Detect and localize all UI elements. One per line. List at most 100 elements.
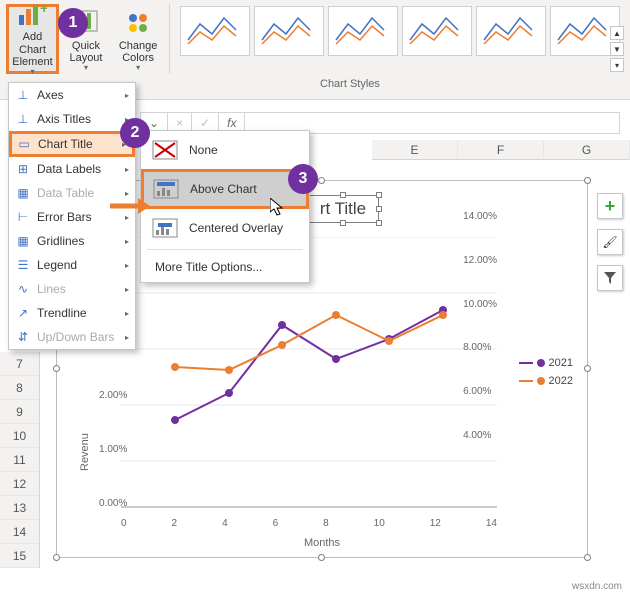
row-hdr[interactable]: 13: [0, 496, 40, 520]
submenu-more-options[interactable]: More Title Options...: [141, 252, 309, 282]
chevron-down-icon: ▾: [136, 64, 140, 73]
row-hdr[interactable]: 10: [0, 424, 40, 448]
gallery-down-icon[interactable]: ▼: [610, 42, 624, 56]
menu-data-labels[interactable]: ⊞Data Labels▸: [9, 157, 135, 181]
x-ticks: 02468101214: [121, 518, 497, 529]
gallery-up-icon[interactable]: ▲: [610, 26, 624, 40]
x-axis-label: Months: [57, 537, 587, 549]
menu-label: Trendline: [37, 306, 87, 320]
row-headers: 7 8 9 10 11 12 13 14 15: [0, 352, 40, 568]
menu-label: Up/Down Bars: [37, 330, 114, 344]
legend[interactable]: 2021 2022: [519, 357, 573, 393]
menu-label: Data Labels: [37, 162, 101, 176]
legend-label: 2021: [549, 357, 573, 369]
brush-icon: 🖌: [602, 235, 617, 249]
annotation-arrow: [110, 196, 150, 216]
menu-label: Axes: [37, 88, 64, 102]
data-table-icon: ▦: [15, 185, 31, 201]
menu-label: Gridlines: [37, 234, 84, 248]
style-thumb[interactable]: [402, 6, 472, 56]
gallery-scroll[interactable]: ▲ ▼ ▾: [610, 26, 624, 72]
change-colors-button[interactable]: Change Colors ▾: [113, 4, 163, 74]
axis-titles-icon: ⊥: [15, 111, 31, 127]
menu-updown-bars[interactable]: ⇵Up/Down Bars▸: [9, 325, 135, 349]
add-chart-element-menu: ⊥Axes▸ ⊥Axis Titles▸ ▭Chart Title▸ ⊞Data…: [8, 82, 136, 350]
none-icon: [151, 139, 179, 161]
svg-text:+: +: [40, 1, 47, 16]
row-hdr[interactable]: 12: [0, 472, 40, 496]
add-chart-element-label: Add Chart Element: [9, 31, 56, 67]
submenu-label: More Title Options...: [155, 260, 262, 274]
cursor-icon: [270, 198, 286, 221]
style-thumb[interactable]: [180, 6, 250, 56]
chart-title-text: rt Title: [320, 199, 366, 219]
menu-lines[interactable]: ∿Lines▸: [9, 277, 135, 301]
gridlines-icon: ▦: [15, 233, 31, 249]
callout-2: 2: [120, 118, 150, 148]
row-hdr[interactable]: 7: [0, 352, 40, 376]
selection-handle[interactable]: [318, 554, 325, 561]
submenu-label: Centered Overlay: [189, 221, 283, 235]
row-hdr[interactable]: 14: [0, 520, 40, 544]
menu-chart-title[interactable]: ▭Chart Title▸: [9, 131, 135, 157]
menu-label: Legend: [37, 258, 77, 272]
error-bars-icon: ⊢: [15, 209, 31, 225]
chart-filters-button[interactable]: [597, 265, 623, 291]
menu-label: Lines: [37, 282, 66, 296]
menu-label: Data Table: [37, 186, 94, 200]
style-thumb[interactable]: [476, 6, 546, 56]
chart-styles-button[interactable]: 🖌: [597, 229, 623, 255]
submenu-label: Above Chart: [190, 182, 257, 196]
menu-axis-titles[interactable]: ⊥Axis Titles▸: [9, 107, 135, 131]
chart-styles-gallery[interactable]: [176, 4, 624, 58]
chevron-down-icon: ▾: [30, 68, 34, 77]
selection-handle[interactable]: [584, 177, 591, 184]
chevron-down-icon: ▾: [84, 64, 88, 73]
row-hdr[interactable]: 8: [0, 376, 40, 400]
funnel-icon: [603, 271, 617, 285]
change-colors-icon: [122, 6, 154, 38]
style-thumb[interactable]: [328, 6, 398, 56]
menu-label: Error Bars: [37, 210, 92, 224]
chart-title[interactable]: rt Title: [307, 195, 379, 223]
selection-handle[interactable]: [584, 554, 591, 561]
submenu-none[interactable]: None: [141, 131, 309, 169]
add-chart-element-button[interactable]: + Add Chart Element ▾: [6, 4, 59, 74]
col-hdr[interactable]: E: [372, 140, 458, 160]
divider: [147, 249, 303, 250]
row-hdr[interactable]: 9: [0, 400, 40, 424]
row-hdr[interactable]: 15: [0, 544, 40, 568]
chart-title-icon: ▭: [16, 136, 32, 152]
col-hdr[interactable]: G: [544, 140, 630, 160]
callout-3: 3: [288, 164, 318, 194]
divider: [169, 4, 170, 74]
style-thumb[interactable]: [254, 6, 324, 56]
add-chart-element-icon: +: [16, 1, 48, 29]
updown-icon: ⇵: [15, 329, 31, 345]
selection-handle[interactable]: [53, 554, 60, 561]
legend-item[interactable]: 2022: [519, 375, 573, 387]
selection-handle[interactable]: [318, 177, 325, 184]
row-hdr[interactable]: 11: [0, 448, 40, 472]
callout-1: 1: [58, 8, 88, 38]
quick-layout-label: Quick Layout: [61, 40, 111, 64]
above-chart-icon: [152, 178, 180, 200]
centered-overlay-icon: [151, 217, 179, 239]
lines-icon: ∿: [15, 281, 31, 297]
gallery-more-icon[interactable]: ▾: [610, 58, 624, 72]
menu-label: Chart Title: [38, 137, 93, 151]
menu-gridlines[interactable]: ▦Gridlines▸: [9, 229, 135, 253]
legend-label: 2022: [549, 375, 573, 387]
selection-handle[interactable]: [53, 365, 60, 372]
legend-item[interactable]: 2021: [519, 357, 573, 369]
axes-icon: ⊥: [15, 87, 31, 103]
data-labels-icon: ⊞: [15, 161, 31, 177]
legend-icon: ☰: [15, 257, 31, 273]
trendline-icon: ↗: [15, 305, 31, 321]
col-hdr[interactable]: F: [458, 140, 544, 160]
menu-trendline[interactable]: ↗Trendline▸: [9, 301, 135, 325]
menu-axes[interactable]: ⊥Axes▸: [9, 83, 135, 107]
menu-legend[interactable]: ☰Legend▸: [9, 253, 135, 277]
chart-elements-button[interactable]: +: [597, 193, 623, 219]
selection-handle[interactable]: [584, 365, 591, 372]
